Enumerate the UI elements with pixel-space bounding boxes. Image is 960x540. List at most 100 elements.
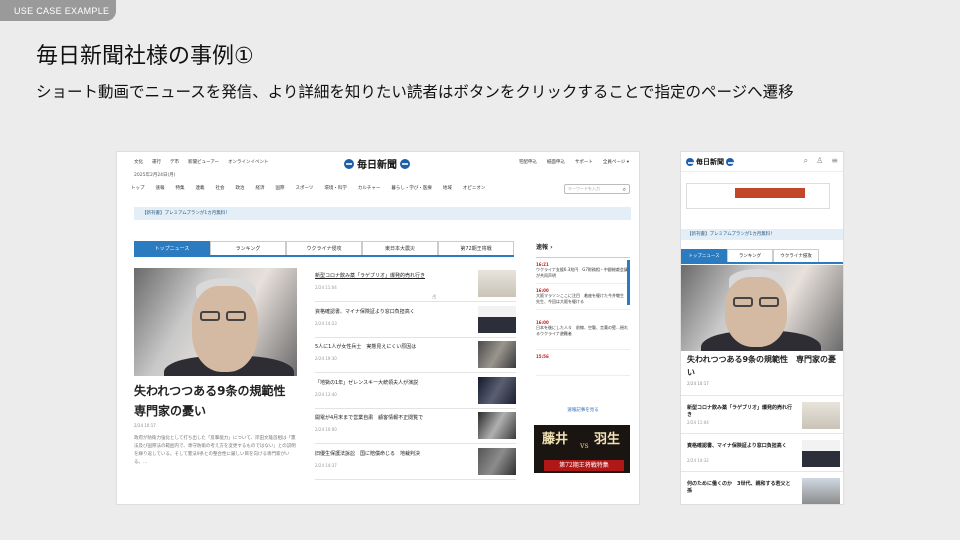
list-item-meta: 2/24 14:32 [687,458,709,463]
utility-link[interactable]: 文化 [134,159,143,165]
tab-top-news[interactable]: トップニュース [134,241,210,255]
utility-link[interactable]: サポート [575,159,593,165]
breaking-heading-label: 速報 [536,244,549,251]
globe-icon [726,158,734,166]
hero-photo[interactable] [681,265,843,351]
search-icon[interactable]: ⌕ [623,186,626,194]
list-item-title[interactable]: 何のために働くのか 3世代、親和する若父と孫 [687,481,795,495]
list-item-meta: 2/24 14:37 [315,462,337,468]
breaking-item[interactable]: 15:56 [536,350,630,376]
list-item-title[interactable]: 資格確認書、マイナ保険証より窓口負担高く [687,443,795,450]
news-list: 新型コロナ飲み薬「ラゲブリオ」爆発的売れ行き 2/24 11:04 資格確認書、… [315,268,516,481]
list-item-title[interactable]: 開電が4月末まで営業自粛 顧客情報不正閲覧で [315,414,465,421]
versus-icon: vs [580,441,589,450]
nav-item[interactable]: 速報 [156,185,165,191]
menu-icon[interactable]: ≡ [831,156,838,166]
list-item-meta: 2/24 11:04 [315,285,337,290]
premium-banner[interactable]: 【新刊書】プレミアムプランが1カ月無料！ [134,207,631,220]
tab-ukraine[interactable]: ウクライナ侵攻 [286,241,362,255]
list-item[interactable]: 5人に1人が女性兵士 実態見えにくい原因は 2/24 19:30 [315,339,516,373]
premium-banner[interactable]: 【新刊書】プレミアムプランが1カ月無料！ [681,229,843,240]
list-item[interactable]: 資格確認書、マイナ保険証より窓口負担高く 2/24 14:23 [315,304,516,338]
breaking-time: 15:56 [536,354,549,359]
photo-glasses [759,297,779,307]
photo-glasses [226,311,246,321]
search-input[interactable]: キーワードを入力 ⌕ [564,184,630,194]
header-icons: ⌕ ♙ ≡ [804,156,838,166]
mobile-ad[interactable] [686,183,830,209]
list-item[interactable]: 資格確認書、マイナ保険証より窓口負担高く 2/24 14:32 [681,433,843,471]
breaking-item[interactable]: 16:00 大阪マラソンここに注目 着座を駆けた今井敬生 先生、今回は大阪を駆け… [536,284,630,310]
breaking-item[interactable]: 16:00 日本を後にした人々 前線、空襲、言葉の壁…揺れるウクライナ避難者 [536,310,630,350]
user-icon[interactable]: ♙ [816,156,823,166]
nav-item[interactable]: 地域 [443,185,452,191]
utility-links: 文化 運行 デ市 新聞ビューアー オンラインイベント [134,159,269,165]
utility-link[interactable]: デ市 [170,159,179,165]
more-breaking-link[interactable]: 速報記事を見る [536,407,630,413]
tab-earthquake[interactable]: 東日本大震災 [362,241,438,255]
breaking-item[interactable]: 16:21 ウクライナ支援6.3兆円 G7財務相・中銀総裁会議が共同声明 [536,258,630,284]
nav-item[interactable]: 政治 [236,185,245,191]
list-item-title[interactable]: 「地獄の1年」ゼレンスキー大統領夫人が演説 [315,379,465,386]
list-item-meta: 2/24 19:30 [315,356,337,361]
list-item-title[interactable]: 新型コロナ飲み薬「ラゲブリオ」爆発的売れ行き [315,272,465,279]
nav-item[interactable]: カルチャー [358,185,380,191]
globe-icon [344,158,354,169]
utility-link[interactable]: 宅配申込 [519,159,537,165]
list-item-meta: 2/24 11:04 [687,420,709,425]
scrollbar[interactable] [627,260,630,305]
use-case-tag: USE CASE EXAMPLE [0,0,116,21]
nav-item[interactable]: 暮らし・学び・医療 [391,185,432,191]
list-item-title[interactable]: 新型コロナ飲み薬「ラゲブリオ」爆発的売れ行き [687,405,795,419]
list-item[interactable]: 新型コロナ飲み薬「ラゲブリオ」爆発的売れ行き 2/24 11:04 [315,268,516,302]
utility-link[interactable]: 新聞ビューアー [188,159,219,165]
nav-item[interactable]: 社会 [216,185,225,191]
site-logo[interactable]: 毎日新聞 [686,157,734,167]
list-item[interactable]: 開電が4月末まで営業自粛 顧客情報不正閲覧で 2/24 10:00 [315,410,516,444]
breaking-heading[interactable]: 速報 › [536,242,630,258]
search-icon[interactable]: ⌕ [804,156,808,166]
list-item-meta: 2/24 14:23 [315,320,337,326]
tab-ukraine[interactable]: ウクライナ侵攻 [773,249,819,262]
tab-top-news[interactable]: トップニュース [681,249,727,262]
list-item[interactable]: 旧優生保護法訴訟 国に賠償命じる 地裁判決 2/24 14:37 [315,446,516,480]
globe-icon [686,158,694,166]
nav-item[interactable]: 国際 [276,185,285,191]
nav-item[interactable]: オピニオン [463,185,486,191]
main-nav: トップ 速報 特集 連載 社会 政治 経済 国際 スポーツ 環境・科学 カルチャ… [131,185,485,191]
site-logo[interactable]: 毎日新聞 [344,156,410,171]
ousho-ad-banner[interactable]: 藤井 vs 羽生 第72期王将戦特集 [534,425,630,473]
utility-link[interactable]: 運行 [152,159,161,165]
ad-name-right: 羽生 [594,432,621,447]
list-item[interactable]: 「地獄の1年」ゼレンスキー大統領夫人が演説 2/24 13:40 [315,375,516,409]
chevron-right-icon: › [550,244,553,251]
utility-link[interactable]: 紙面申込 [547,159,565,165]
nav-item[interactable]: 環境・科学 [324,185,347,191]
tab-ranking[interactable]: ランキング [210,241,286,255]
list-item[interactable]: 何のために働くのか 3世代、親和する若父と孫 [681,471,843,504]
list-item-title[interactable]: 旧優生保護法訴訟 国に賠償命じる 地裁判決 [315,450,465,457]
breaking-text: ウクライナ支援6.3兆円 G7財務相・中銀総裁会議が共同声明 [536,267,628,278]
list-item-title[interactable]: 5人に1人が女性兵士 実態見えにくい原因は [315,343,465,350]
nav-item[interactable]: スポーツ [296,185,314,191]
tab-ousho[interactable]: 第72期王将戦 [438,241,514,255]
photo-face [192,286,258,372]
mouse-cursor-icon: ☝ [432,293,437,301]
tab-ranking[interactable]: ランキング [727,249,773,262]
nav-item[interactable]: トップ [131,185,145,191]
hero-headline[interactable]: 失われつつある9条の規範性 専門家の憂い [134,381,304,421]
utility-link[interactable]: 全員ページ ▾ [603,159,629,165]
mobile-header: 毎日新聞 ⌕ ♙ ≡ [681,152,843,172]
list-item-title[interactable]: 資格確認書、マイナ保険証より窓口負担高く [315,308,465,315]
list-item[interactable]: 新型コロナ飲み薬「ラゲブリオ」爆発的売れ行き 2/24 11:04 [681,395,843,433]
list-item-thumbnail [478,376,516,404]
utility-link[interactable]: オンラインイベント [228,159,269,165]
nav-item[interactable]: 連載 [196,185,205,191]
hero-headline[interactable]: 失われつつある9条の規範性 専門家の憂い [687,353,841,379]
nav-item[interactable]: 経済 [256,185,265,191]
breaking-text: 大阪マラソンここに注目 着座を駆けた今井敬生 先生、今回は大阪を駆ける [536,293,628,304]
mobile-screenshot: 毎日新聞 ⌕ ♙ ≡ 【新刊書】プレミアムプランが1カ月無料！ トップニュース … [681,152,843,504]
logo-text: 毎日新聞 [357,160,397,171]
hero-photo[interactable] [134,268,297,376]
nav-item[interactable]: 特集 [176,185,185,191]
